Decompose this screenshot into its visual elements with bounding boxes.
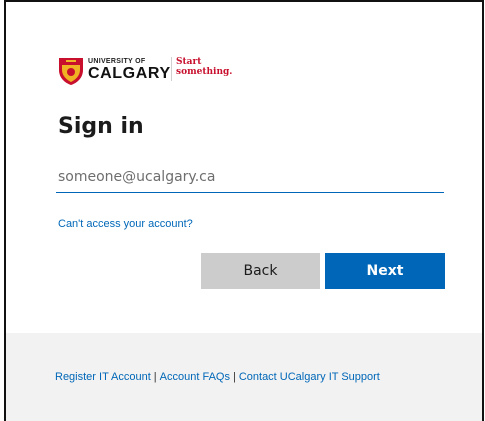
tagline-line1: Start bbox=[176, 57, 202, 67]
page-title: Sign in bbox=[58, 114, 144, 139]
account-faqs-link[interactable]: Account FAQs bbox=[160, 371, 230, 383]
footer: Register IT Account | Account FAQs | Contact… bbox=[6, 333, 482, 421]
browser-frame: UNIVERSITY OF CALGARY Start something. S… bbox=[0, 0, 485, 421]
calgary-text: CALGARY bbox=[88, 65, 171, 82]
cant-access-account-link[interactable]: Can't access your account? bbox=[58, 218, 193, 230]
back-button[interactable]: Back bbox=[201, 253, 320, 289]
frame-edge-right bbox=[482, 0, 484, 421]
footer-links: Register IT Account | Account FAQs | Contact… bbox=[55, 371, 380, 383]
logo-divider bbox=[171, 57, 172, 81]
tagline-line2: something. bbox=[176, 67, 233, 77]
university-shield-icon bbox=[59, 58, 83, 85]
next-button[interactable]: Next bbox=[325, 253, 445, 289]
footer-separator: | bbox=[232, 371, 236, 383]
contact-it-support-link[interactable]: Contact UCalgary IT Support bbox=[239, 371, 380, 383]
email-field[interactable] bbox=[56, 162, 444, 193]
register-it-account-link[interactable]: Register IT Account bbox=[55, 371, 151, 383]
university-logo: UNIVERSITY OF CALGARY Start something. bbox=[58, 55, 278, 95]
sign-in-card: UNIVERSITY OF CALGARY Start something. S… bbox=[6, 2, 482, 421]
university-wordmark: UNIVERSITY OF CALGARY bbox=[88, 58, 171, 82]
footer-separator: | bbox=[153, 371, 157, 383]
tagline: Start something. bbox=[176, 57, 232, 77]
